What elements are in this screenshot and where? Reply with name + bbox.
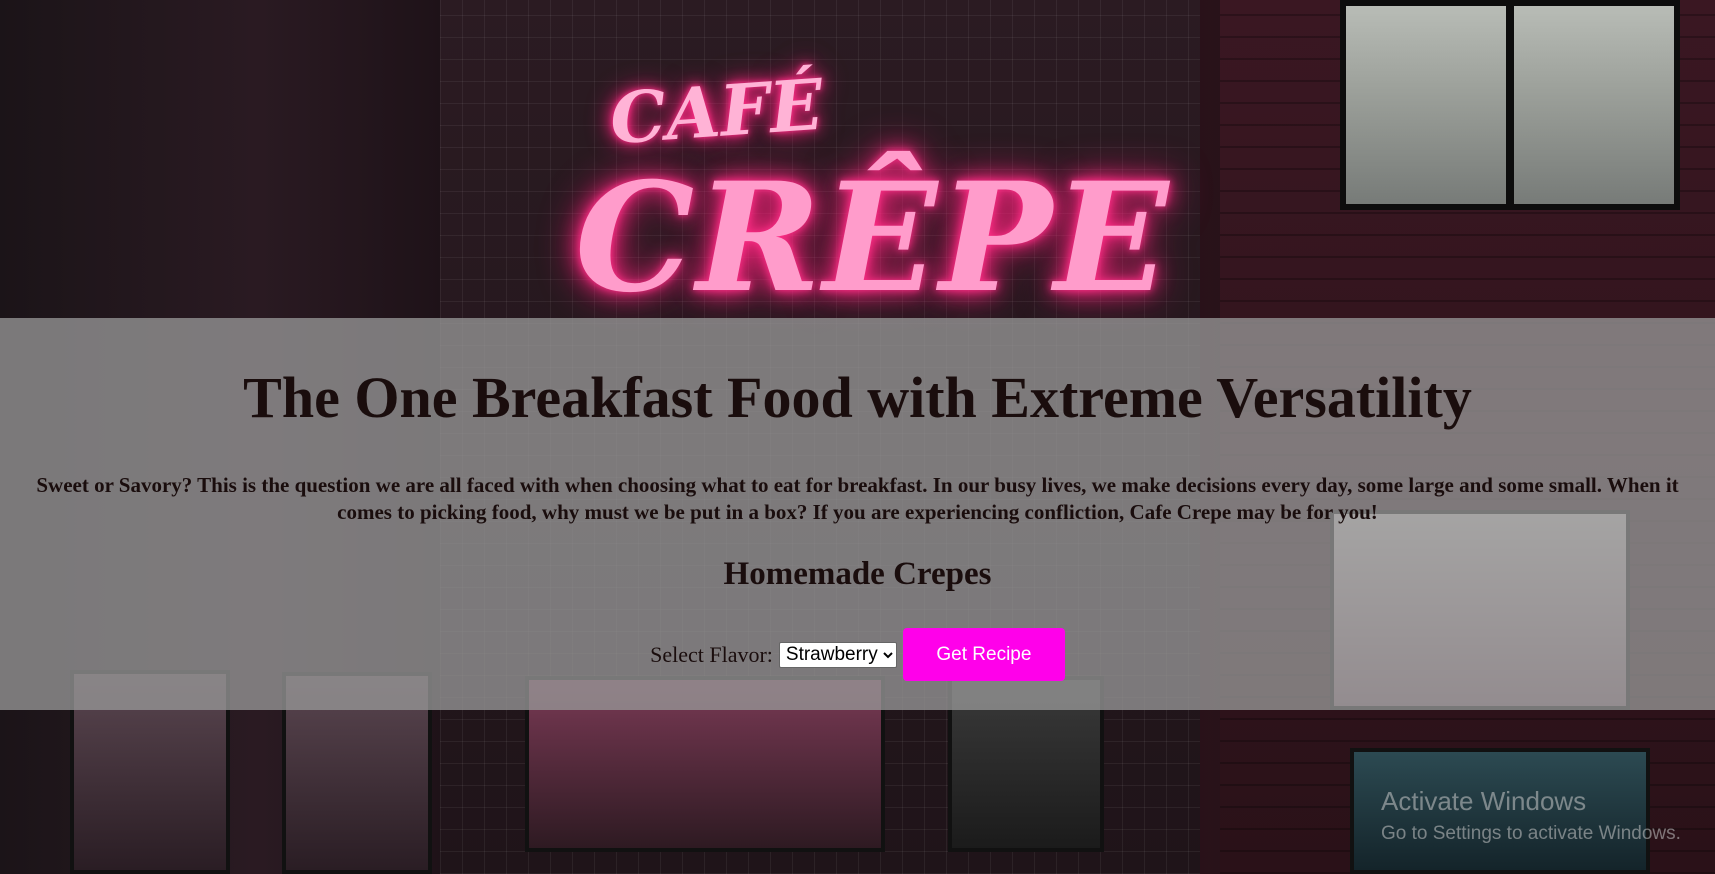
page-title: The One Breakfast Food with Extreme Vers… [243,365,1472,430]
intro-paragraph: Sweet or Savory? This is the question we… [36,473,1679,524]
watermark-title: Activate Windows [1381,786,1587,816]
neon-sign-cafe: CAFÉ [607,62,826,161]
windows-activation-watermark: Activate Windows Go to Settings to activ… [1381,786,1681,845]
neon-sign-crepe: CRÊPE [575,150,1171,326]
upper-window [1340,0,1680,210]
get-recipe-button[interactable]: Get Recipe [902,628,1065,681]
flavor-label: Select Flavor: [650,641,773,667]
section-title: Homemade Crepes [723,556,992,592]
hero-overlay: The One Breakfast Food with Extreme Vers… [0,318,1715,710]
flavor-select[interactable]: Strawberry [778,641,897,668]
recipe-form: Select Flavor: Strawberry Get Recipe [0,628,1715,681]
watermark-subtitle: Go to Settings to activate Windows. [1381,823,1681,844]
